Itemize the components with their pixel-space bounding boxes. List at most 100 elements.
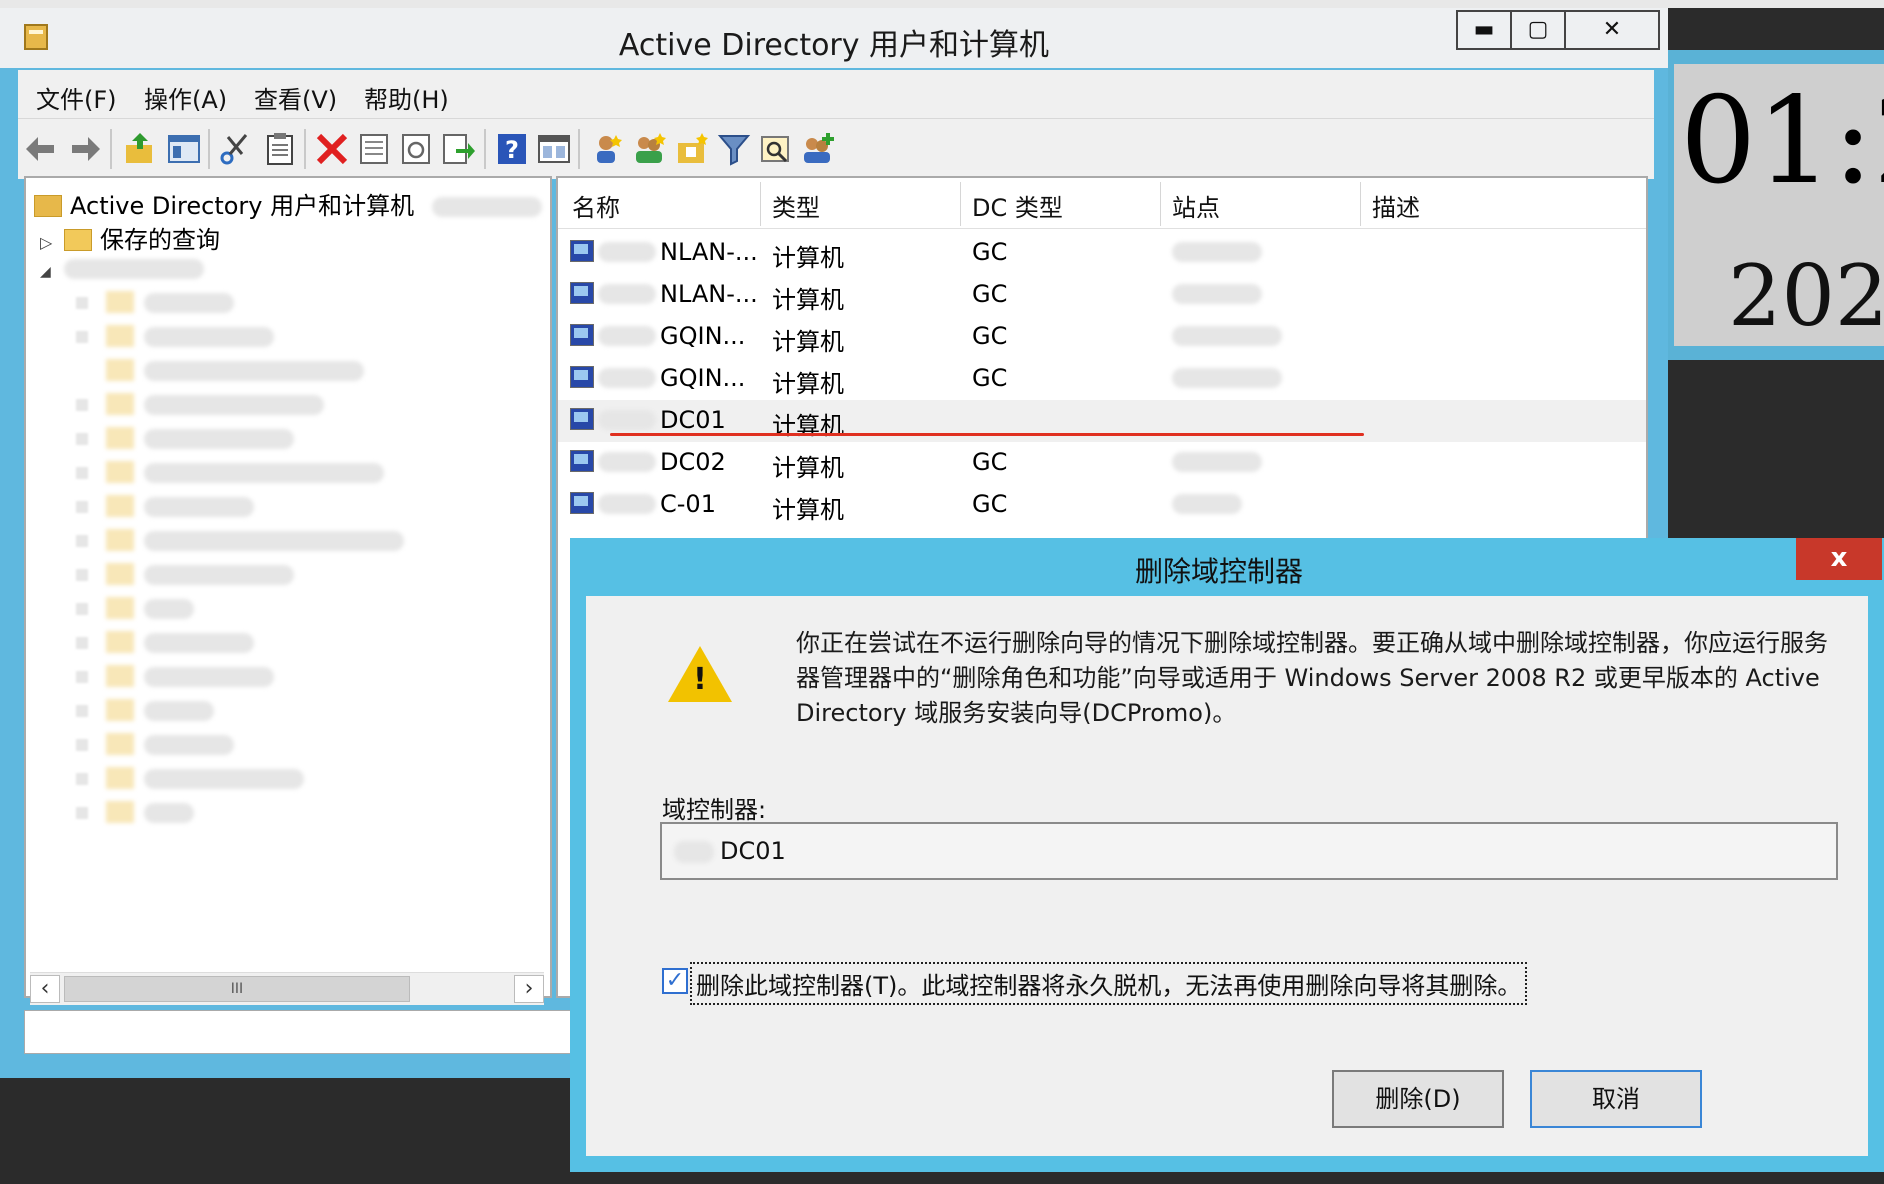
tree-item[interactable] [76,492,254,526]
new-user-icon[interactable] [590,131,626,167]
scroll-right-button[interactable]: › [514,975,544,1003]
tree-item[interactable] [76,560,294,594]
tree-item[interactable] [76,696,214,730]
folder-icon [106,291,134,313]
column-separator[interactable] [1160,182,1161,226]
expand-arrow-icon [76,773,88,785]
column-separator[interactable] [1360,182,1361,226]
domain-controller-value: DC01 [720,837,786,865]
tree-item[interactable] [76,288,234,322]
col-header-name[interactable]: 名称 [572,188,620,223]
filter-icon[interactable] [716,131,752,167]
toolbar-separator [578,129,580,169]
row-dc-type: GC [972,280,1008,308]
console-tree-icon[interactable] [166,131,202,167]
table-row[interactable]: NLAN-... 计算机 GC [558,232,1646,274]
cancel-button[interactable]: 取消 [1530,1070,1702,1128]
table-row[interactable]: GQIN... 计算机 GC [558,358,1646,400]
redacted-site [1172,326,1282,346]
help-icon[interactable]: ? [494,131,530,167]
collapse-arrow-icon[interactable]: ◢ [40,264,64,280]
tree-item[interactable] [76,764,304,798]
find-icon[interactable] [758,131,794,167]
tree-item[interactable] [76,798,194,832]
redacted-text [144,701,214,721]
column-separator[interactable] [960,182,961,226]
export-list-icon[interactable] [440,131,476,167]
table-row[interactable]: GQIN... 计算机 GC [558,316,1646,358]
tree-item[interactable] [76,594,194,628]
tree-item[interactable] [76,390,324,424]
tree-item[interactable] [76,322,274,356]
dialog-close-button[interactable]: x [1796,538,1882,580]
redacted-site [1172,284,1262,304]
tree-item-domain[interactable]: ◢ [40,254,204,288]
maximize-button[interactable]: ▢ [1510,10,1566,50]
menu-action[interactable]: 操作(A) [144,80,227,115]
delete-dc-checkbox[interactable]: ✓ [662,968,688,994]
tree-item[interactable] [76,458,384,492]
redacted-site [1172,242,1262,262]
tree-item[interactable] [76,424,294,458]
up-folder-icon[interactable] [122,131,158,167]
tree-item[interactable] [76,662,274,696]
svg-text:?: ? [505,136,519,164]
view-pane-icon[interactable] [536,131,572,167]
redacted-text [674,841,714,863]
clock-year: 2024 [1728,247,1884,345]
col-header-type[interactable]: 类型 [772,188,820,223]
forward-arrow-icon[interactable] [66,131,102,167]
menu-help[interactable]: 帮助(H) [364,80,449,115]
computer-icon [570,450,594,472]
scroll-left-button[interactable]: ‹ [30,975,60,1003]
scroll-thumb-grip: III [230,981,244,997]
redacted-site [1172,452,1262,472]
col-header-description[interactable]: 描述 [1372,188,1420,223]
row-type: 计算机 [772,454,844,482]
col-header-site[interactable]: 站点 [1172,188,1220,223]
redacted-text [144,803,194,823]
delete-button[interactable]: 删除(D) [1332,1070,1504,1128]
table-row[interactable]: C-01 计算机 GC [558,484,1646,526]
minimize-button[interactable]: ▬ [1456,10,1512,50]
tree-item-saved-queries[interactable]: ▷ 保存的查询 [40,220,220,254]
warning-message: 你正在尝试在不运行删除向导的情况下删除域控制器。要正确从域中删除域控制器，你应运… [796,629,1828,727]
tree-root[interactable]: Active Directory 用户和计算机 [34,186,542,220]
menu-view[interactable]: 查看(V) [254,80,337,115]
back-arrow-icon[interactable] [24,131,60,167]
row-type: 计算机 [772,244,844,272]
table-row[interactable]: NLAN-... 计算机 GC [558,274,1646,316]
expand-arrow-icon[interactable]: ▷ [40,233,64,252]
menu-file[interactable]: 文件(F) [36,80,117,115]
delete-dc-checkbox-label[interactable]: 删除此域控制器(T)。此域控制器将永久脱机，无法再使用删除向导将其删除。 [690,962,1528,1005]
properties-icon[interactable] [356,131,392,167]
redacted-text [144,565,294,585]
tree-item[interactable] [76,628,254,662]
tree-item[interactable] [76,356,364,390]
tree-horizontal-scrollbar[interactable]: ‹ III › [30,972,544,1005]
folder-icon [106,801,134,823]
refresh-icon[interactable] [398,131,434,167]
expand-arrow-icon [76,637,88,649]
new-group-icon[interactable] [632,131,668,167]
window-titlebar[interactable]: Active Directory 用户和计算机 ▬ ▢ ✕ [0,8,1668,68]
cut-icon[interactable] [218,131,254,167]
close-button[interactable]: ✕ [1564,10,1660,50]
tree-item[interactable] [76,526,404,560]
expand-arrow-icon [76,603,88,615]
window-title: Active Directory 用户和计算机 [618,28,1050,63]
clipboard-icon[interactable] [262,131,298,167]
redacted-text [144,293,234,313]
dialog-title: 删除域控制器 [1134,555,1303,588]
delete-icon[interactable] [314,131,350,167]
column-separator[interactable] [760,182,761,226]
add-to-group-icon[interactable] [800,131,836,167]
scroll-thumb[interactable]: III [64,976,410,1002]
tree-item[interactable] [76,730,234,764]
domain-controller-field[interactable]: DC01 [660,822,1838,880]
table-row[interactable]: DC02 计算机 GC [558,442,1646,484]
folder-icon [106,461,134,483]
new-ou-icon[interactable] [674,131,710,167]
col-header-dc-type[interactable]: DC 类型 [972,188,1063,223]
row-name: GQIN... [660,364,746,392]
